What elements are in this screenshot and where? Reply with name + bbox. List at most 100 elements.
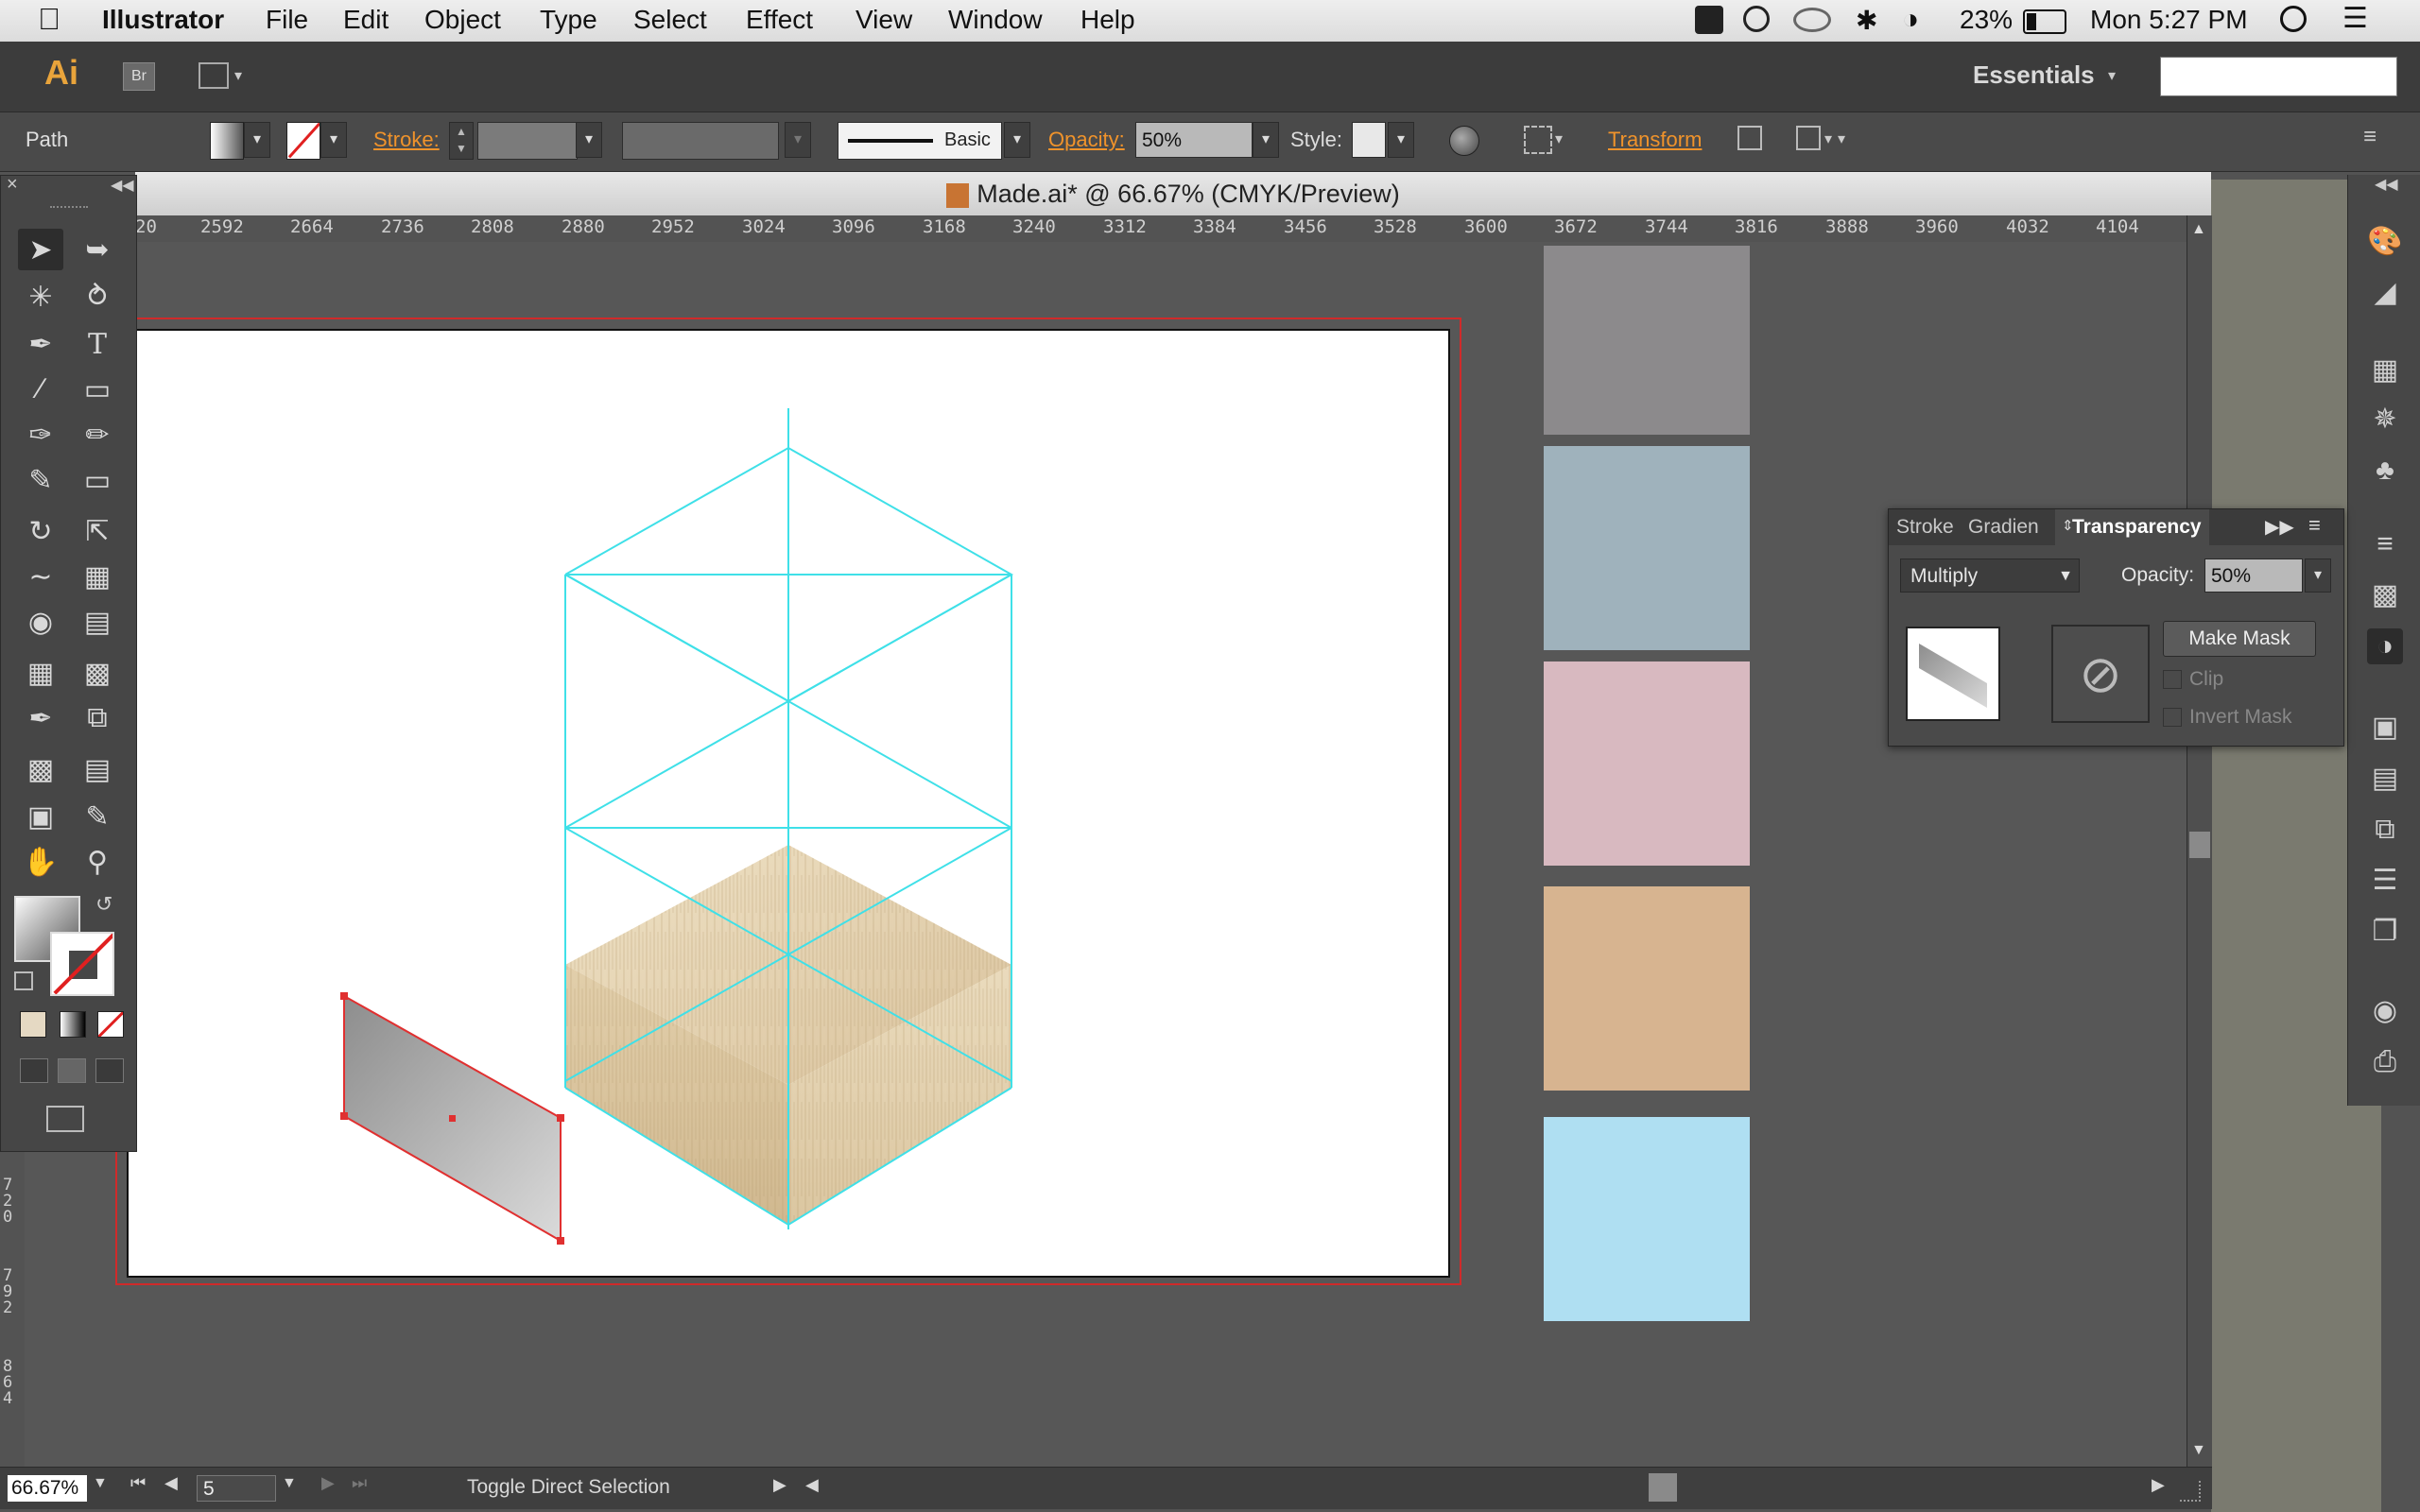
arrange-documents-icon[interactable]	[199, 62, 229, 89]
links-panel-icon[interactable]: ⎙	[2367, 1044, 2403, 1080]
scroll-up-icon[interactable]: ▲	[2191, 221, 2206, 238]
color-swatch-light-blue[interactable]	[1544, 1117, 1750, 1321]
artboard-number-field[interactable]: 5	[197, 1475, 276, 1502]
arrange-dropdown-icon[interactable]: ▾	[234, 66, 242, 85]
menu-object[interactable]: Object	[424, 5, 501, 35]
tab-stroke[interactable]: Stroke	[1889, 509, 1962, 545]
horizontal-scroll-thumb[interactable]	[1649, 1473, 1677, 1502]
panel-opacity-field[interactable]: 50%	[2204, 558, 2303, 593]
menu-app-name[interactable]: Illustrator	[102, 5, 224, 35]
battery-icon[interactable]	[2023, 9, 2066, 34]
stroke-color-box[interactable]	[50, 932, 114, 996]
sync-icon[interactable]	[1743, 6, 1770, 32]
bluetooth-icon[interactable]: ✱	[1856, 5, 1877, 36]
make-mask-button[interactable]: Make Mask	[2163, 621, 2316, 657]
apple-icon[interactable]: 	[38, 2, 60, 37]
variable-width-profile[interactable]	[622, 122, 779, 160]
expand-dock-icon[interactable]: ◀◀	[2375, 175, 2398, 194]
color-guide-panel-icon[interactable]: ◢	[2367, 275, 2403, 311]
stroke-dropdown-icon[interactable]: ▾	[320, 122, 347, 158]
zoom-tool-icon[interactable]: ⚲	[75, 841, 120, 883]
zoom-dropdown-icon[interactable]: ▼	[93, 1475, 108, 1492]
search-field[interactable]	[2160, 57, 2397, 96]
opacity-label[interactable]: Opacity:	[1048, 128, 1125, 152]
hand-tool-icon[interactable]: ✋	[18, 841, 63, 883]
menu-edit[interactable]: Edit	[343, 5, 389, 35]
eraser-tool-icon[interactable]: ▭	[75, 459, 120, 501]
fill-dropdown-icon[interactable]: ▾	[244, 122, 270, 158]
column-graph-tool-icon[interactable]: ▤	[75, 748, 120, 790]
horizontal-ruler[interactable]: 20 2592 2664 2736 2808 2880 2952 3024 30…	[135, 215, 2187, 243]
close-panel-icon[interactable]: ×	[7, 174, 18, 196]
color-swatch-pink[interactable]	[1544, 662, 1750, 866]
blend-mode-select[interactable]: Multiply ▼	[1900, 558, 2080, 593]
tab-gradient[interactable]: Gradien	[1961, 509, 2047, 545]
width-tool-icon[interactable]: ∼	[18, 556, 63, 597]
artboard-dropdown-icon[interactable]: ▼	[282, 1475, 297, 1492]
previous-artboard-icon[interactable]: ◀	[164, 1473, 178, 1493]
scale-tool-icon[interactable]: ⇱	[75, 510, 120, 552]
spotlight-search-icon[interactable]	[2280, 6, 2307, 32]
color-panel-icon[interactable]: 🎨	[2367, 224, 2403, 260]
color-mode-icon[interactable]	[20, 1011, 46, 1038]
first-artboard-icon[interactable]: ⏮	[130, 1473, 146, 1493]
menu-window[interactable]: Window	[948, 5, 1043, 35]
transform-link[interactable]: Transform	[1608, 128, 1702, 152]
opacity-field[interactable]: 50%	[1135, 122, 1253, 158]
select-similar-dropdown-icon[interactable]: ▾	[1824, 129, 1832, 148]
last-artboard-icon[interactable]: ⏭	[352, 1473, 367, 1493]
pathfinder-panel-icon[interactable]: ⧉	[2367, 812, 2403, 848]
no-mask-icon[interactable]: ⊘	[2051, 625, 2150, 723]
blob-brush-tool-icon[interactable]: ✎	[18, 459, 63, 501]
bridge-button[interactable]: Br	[123, 62, 155, 91]
vertical-scrollbar[interactable]: ▲ ▼	[2187, 215, 2212, 1467]
scroll-right-icon[interactable]: ▶	[2152, 1475, 2165, 1495]
workspace-dropdown-icon[interactable]: ▾	[2108, 66, 2116, 85]
stroke-weight-field[interactable]	[477, 122, 578, 160]
eyedropper-tool-icon[interactable]: ✒	[18, 697, 63, 739]
rotate-tool-icon[interactable]: ↻	[18, 510, 63, 552]
canvas[interactable]	[25, 242, 2187, 1467]
tab-toggle-icon[interactable]: ⇕	[2062, 517, 2074, 534]
menu-type[interactable]: Type	[540, 5, 597, 35]
resize-grip-icon[interactable]	[2180, 1481, 2201, 1502]
artwork[interactable]	[25, 242, 2187, 1467]
style-dropdown-icon[interactable]: ▾	[1388, 122, 1414, 158]
notification-center-icon[interactable]: ☰	[2342, 2, 2368, 35]
creative-cloud-icon[interactable]	[1793, 8, 1831, 32]
rectangle-tool-icon[interactable]: ▭	[75, 369, 120, 410]
workspace-switcher[interactable]: Essentials	[1973, 60, 2095, 90]
brush-dropdown-icon[interactable]: ▾	[1004, 122, 1030, 158]
align-panel-icon[interactable]: ▤	[2367, 761, 2403, 797]
scroll-down-icon[interactable]: ▼	[2191, 1442, 2206, 1459]
zoom-field[interactable]: 66.67%	[8, 1475, 87, 1502]
control-bar-menu-icon[interactable]: ≡	[2363, 124, 2377, 150]
none-mode-icon[interactable]	[97, 1011, 124, 1038]
draw-behind-icon[interactable]	[58, 1058, 86, 1083]
pencil-tool-icon[interactable]: ✏	[75, 414, 120, 455]
gradient-mode-icon[interactable]	[60, 1011, 86, 1038]
graphic-style-swatch[interactable]	[1352, 122, 1386, 158]
scroll-thumb[interactable]	[2189, 832, 2210, 858]
symbol-sprayer-tool-icon[interactable]: ▩	[18, 748, 63, 790]
transparency-panel-icon[interactable]: ◑	[2367, 628, 2403, 664]
menu-view[interactable]: View	[856, 5, 912, 35]
panel-opacity-dropdown-icon[interactable]: ▾	[2305, 558, 2331, 593]
collapse-panel-icon[interactable]: ◀◀	[111, 176, 134, 195]
layers-panel-icon[interactable]: ☰	[2367, 863, 2403, 899]
align-dropdown-icon[interactable]: ▾	[1555, 129, 1563, 148]
lasso-tool-icon[interactable]: ⥁	[75, 276, 120, 318]
pen-tool-icon[interactable]: ✒	[18, 323, 63, 365]
menu-file[interactable]: File	[266, 5, 308, 35]
selection-tool-icon[interactable]: ➤	[18, 229, 63, 270]
draw-normal-icon[interactable]	[20, 1058, 48, 1083]
color-swatch-gray[interactable]	[1544, 246, 1750, 435]
stroke-label[interactable]: Stroke:	[373, 128, 440, 152]
next-artboard-icon[interactable]: ▶	[321, 1473, 335, 1493]
menubar-clock[interactable]: Mon 5:27 PM	[2090, 5, 2248, 35]
perspective-grid-tool-icon[interactable]: ▤	[75, 601, 120, 643]
swap-fill-stroke-icon[interactable]: ↺	[95, 892, 112, 917]
symbols-panel-icon[interactable]: ♣	[2367, 453, 2403, 489]
document-tab[interactable]: Made.ai* @ 66.67% (CMYK/Preview)	[135, 172, 2211, 216]
default-fill-stroke-icon[interactable]	[14, 971, 33, 990]
